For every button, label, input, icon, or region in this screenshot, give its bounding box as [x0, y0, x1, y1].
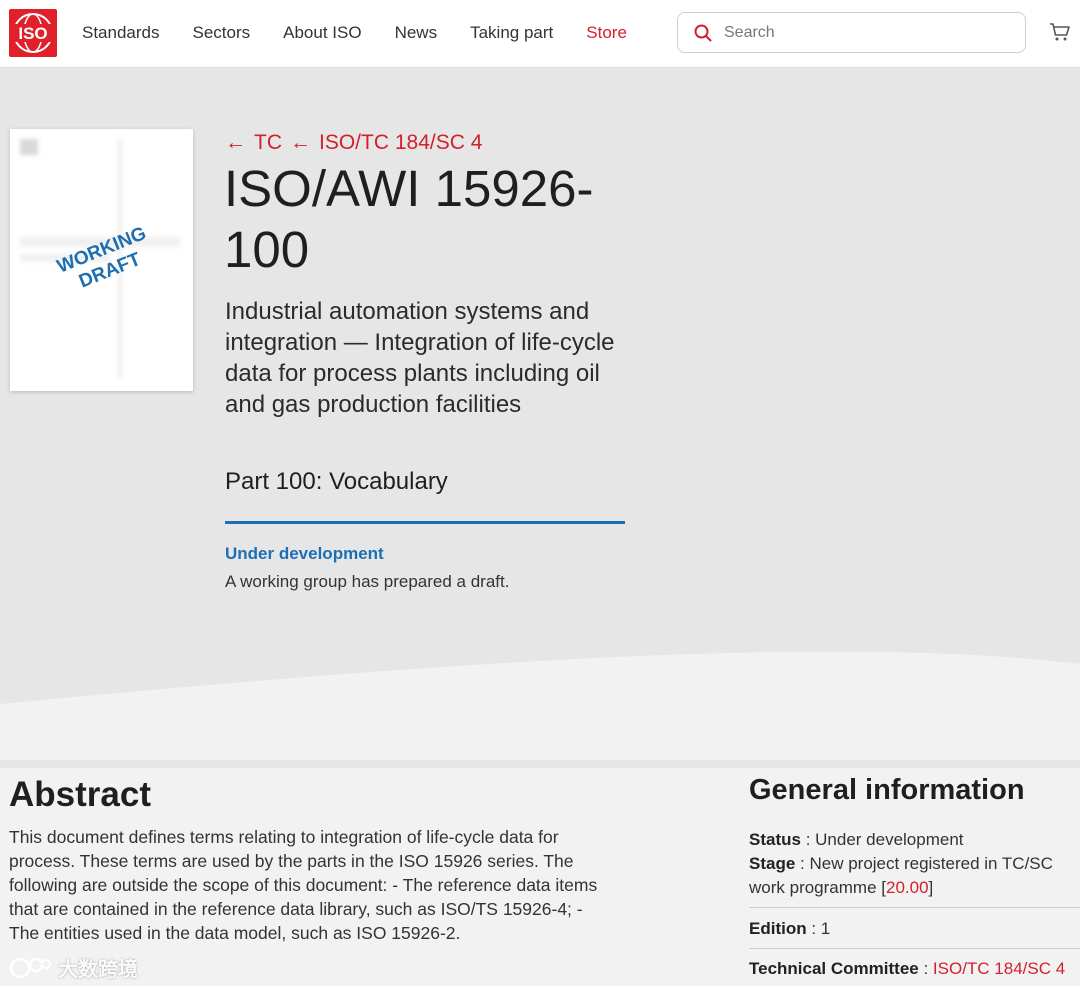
- edition-value: 1: [820, 919, 831, 938]
- stage-key: Stage: [749, 854, 796, 873]
- page-title: ISO/AWI 15926-100: [224, 160, 594, 278]
- abstract-heading: Abstract: [9, 775, 151, 814]
- svg-text:ISO: ISO: [18, 24, 47, 43]
- breadcrumb: ← TC ← ISO/TC 184/SC 4: [225, 131, 482, 155]
- stage-row: Stage : New project registered in TC/SC …: [749, 854, 1053, 897]
- main-nav: Standards Sectors About ISO News Taking …: [82, 22, 660, 44]
- nav-about-iso[interactable]: About ISO: [283, 22, 361, 44]
- tc-link[interactable]: ISO/TC 184/SC 4: [933, 959, 1065, 978]
- back-arrow-icon: ←: [225, 131, 246, 154]
- edition-row: Edition : 1: [749, 919, 831, 938]
- breadcrumb-tc[interactable]: TC: [254, 131, 282, 155]
- general-info-heading: General information: [749, 774, 1025, 806]
- nav-sectors[interactable]: Sectors: [193, 22, 251, 44]
- nav-news[interactable]: News: [395, 22, 438, 44]
- hero-wave-divider: [0, 640, 1080, 760]
- stage-code-link[interactable]: 20.00: [886, 878, 929, 897]
- status-row: Status : Under development: [749, 830, 964, 849]
- search-icon[interactable]: [694, 24, 712, 42]
- status-divider: [225, 521, 625, 524]
- nav-standards[interactable]: Standards: [82, 22, 160, 44]
- status-heading: Under development: [225, 544, 384, 563]
- part-title: Part 100: Vocabulary: [225, 468, 448, 495]
- search-input[interactable]: [724, 21, 1014, 45]
- iso-logo-icon: ISO: [13, 13, 53, 53]
- working-draft-stamp: WORKING DRAFT: [42, 218, 170, 304]
- back-arrow-icon: ←: [290, 131, 311, 154]
- cover-logo-placeholder: [20, 139, 38, 155]
- info-separator: [749, 907, 1080, 908]
- status-description: A working group has prepared a draft.: [225, 572, 510, 591]
- cart-icon[interactable]: [1049, 22, 1071, 42]
- nav-taking-part[interactable]: Taking part: [470, 22, 553, 44]
- breadcrumb-subcommittee[interactable]: ISO/TC 184/SC 4: [319, 131, 482, 155]
- watermark: 大数跨境: [8, 953, 138, 982]
- watermark-text: 大数跨境: [58, 959, 138, 981]
- watermark-logo-icon: [9, 957, 51, 978]
- status-value: Under development: [815, 830, 964, 849]
- nav-store[interactable]: Store: [586, 22, 627, 44]
- tc-key: Technical Committee: [749, 959, 919, 978]
- top-navigation-bar: ISO Standards Sectors About ISO News Tak…: [0, 0, 1080, 68]
- search-box: [677, 12, 1026, 53]
- standard-subtitle: Industrial automation systems and integr…: [225, 298, 615, 418]
- status-key: Status: [749, 830, 801, 849]
- edition-key: Edition: [749, 919, 807, 938]
- info-separator: [749, 948, 1080, 949]
- abstract-body: This document defines terms relating to …: [9, 827, 598, 943]
- document-cover[interactable]: WORKING DRAFT: [10, 129, 193, 391]
- iso-logo[interactable]: ISO: [9, 9, 57, 57]
- technical-committee-row: Technical Committee : ISO/TC 184/SC 4: [749, 959, 1066, 978]
